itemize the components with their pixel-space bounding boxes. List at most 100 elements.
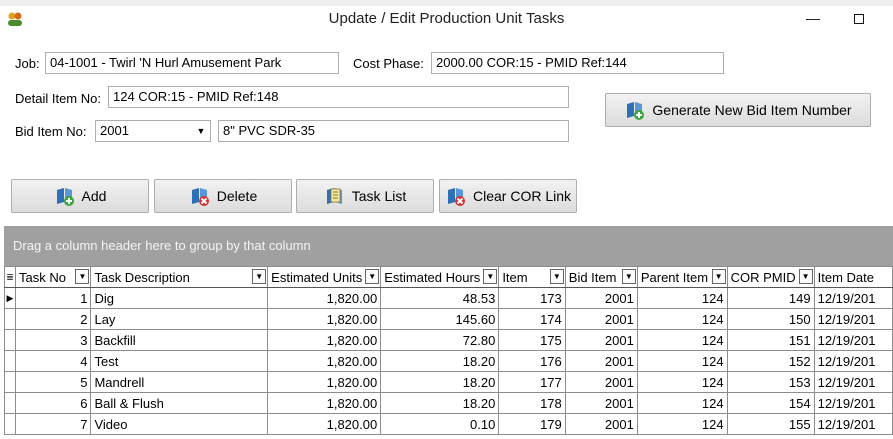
task-list-button[interactable]: Task List [296, 179, 434, 213]
job-field[interactable]: 04-1001 - Twirl 'N Hurl Amusement Park [45, 52, 339, 74]
filter-dropdown-icon[interactable]: ▼ [549, 269, 564, 284]
bid-item-cell[interactable]: 2001 [564, 329, 638, 351]
filter-dropdown-icon[interactable]: ▼ [252, 269, 267, 284]
table-row[interactable]: ▶ 1 Dig 1,820.00 48.53 173 2001 124 149 … [4, 287, 893, 309]
task-description-cell[interactable]: Video [90, 413, 269, 435]
table-row[interactable]: 4 Test 1,820.00 18.20 176 2001 124 152 1… [4, 350, 893, 372]
estimated-units-cell[interactable]: 1,820.00 [267, 287, 382, 309]
estimated-units-cell[interactable]: 1,820.00 [267, 329, 382, 351]
estimated-units-cell[interactable]: 1,820.00 [267, 371, 382, 393]
bid-item-cell[interactable]: 2001 [564, 287, 638, 309]
group-by-panel[interactable]: Drag a column header here to group by th… [4, 226, 893, 266]
cor-pmid-cell[interactable]: 151 [726, 329, 815, 351]
estimated-hours-cell[interactable]: 145.60 [380, 308, 500, 330]
task-description-cell[interactable]: Lay [90, 308, 269, 330]
task-no-cell[interactable]: 2 [15, 308, 92, 330]
delete-button[interactable]: Delete [154, 179, 292, 213]
cor-pmid-cell[interactable]: 149 [726, 287, 815, 309]
table-row[interactable]: 7 Video 1,820.00 0.10 179 2001 124 155 1… [4, 413, 893, 435]
item-date-cell[interactable]: 12/19/201 [813, 308, 893, 330]
parent-item-cell[interactable]: 124 [636, 287, 728, 309]
column-header[interactable]: Item Date [813, 266, 893, 288]
task-no-cell[interactable]: 3 [15, 329, 92, 351]
cor-pmid-cell[interactable]: 150 [726, 308, 815, 330]
item-cell[interactable]: 177 [498, 371, 566, 393]
filter-dropdown-icon[interactable]: ▼ [711, 269, 726, 284]
item-date-cell[interactable]: 12/19/201 [813, 371, 893, 393]
parent-item-cell[interactable]: 124 [636, 413, 728, 435]
estimated-hours-cell[interactable]: 18.20 [380, 350, 500, 372]
filter-dropdown-icon[interactable]: ▼ [483, 269, 498, 284]
item-date-cell[interactable]: 12/19/201 [813, 329, 893, 351]
bid-item-cell[interactable]: 2001 [564, 350, 638, 372]
estimated-units-cell[interactable]: 1,820.00 [267, 413, 382, 435]
item-cell[interactable]: 174 [498, 308, 566, 330]
detail-item-field[interactable]: 124 COR:15 - PMID Ref:148 [108, 86, 569, 108]
bid-item-cell[interactable]: 2001 [564, 371, 638, 393]
table-row[interactable]: 5 Mandrell 1,820.00 18.20 177 2001 124 1… [4, 371, 893, 393]
task-no-cell[interactable]: 6 [15, 392, 92, 414]
item-date-cell[interactable]: 12/19/201 [813, 413, 893, 435]
estimated-units-cell[interactable]: 1,820.00 [267, 392, 382, 414]
item-date-cell[interactable]: 12/19/201 [813, 392, 893, 414]
cost-phase-field[interactable]: 2000.00 COR:15 - PMID Ref:144 [431, 52, 724, 74]
parent-item-cell[interactable]: 124 [636, 329, 728, 351]
task-description-cell[interactable]: Backfill [90, 329, 269, 351]
clear-cor-link-button[interactable]: Clear COR Link [439, 179, 577, 213]
item-cell[interactable]: 175 [498, 329, 566, 351]
bid-item-cell[interactable]: 2001 [564, 392, 638, 414]
filter-dropdown-icon[interactable]: ▼ [365, 269, 380, 284]
cor-pmid-cell[interactable]: 155 [726, 413, 815, 435]
column-header[interactable]: Bid Item ▼ [564, 266, 638, 288]
task-description-cell[interactable]: Test [90, 350, 269, 372]
estimated-hours-cell[interactable]: 48.53 [380, 287, 500, 309]
cor-pmid-cell[interactable]: 154 [726, 392, 815, 414]
task-no-cell[interactable]: 5 [15, 371, 92, 393]
estimated-hours-cell[interactable]: 72.80 [380, 329, 500, 351]
add-button[interactable]: Add [11, 179, 149, 213]
parent-item-cell[interactable]: 124 [636, 371, 728, 393]
task-no-cell[interactable]: 1 [15, 287, 92, 309]
parent-item-cell[interactable]: 124 [636, 308, 728, 330]
item-date-cell[interactable]: 12/19/201 [813, 350, 893, 372]
cor-pmid-cell[interactable]: 153 [726, 371, 815, 393]
maximize-button[interactable] [836, 6, 882, 32]
column-header[interactable]: Estimated Hours ▼ [380, 266, 500, 288]
parent-item-cell[interactable]: 124 [636, 350, 728, 372]
item-cell[interactable]: 179 [498, 413, 566, 435]
bid-item-cell[interactable]: 2001 [564, 308, 638, 330]
item-cell[interactable]: 178 [498, 392, 566, 414]
item-cell[interactable]: 176 [498, 350, 566, 372]
column-header[interactable]: Parent Item ▼ [636, 266, 728, 288]
filter-dropdown-icon[interactable]: ▼ [798, 269, 813, 284]
column-header[interactable]: COR PMID ▼ [726, 266, 815, 288]
estimated-hours-cell[interactable]: 18.20 [380, 371, 500, 393]
cor-pmid-cell[interactable]: 152 [726, 350, 815, 372]
table-row[interactable]: 2 Lay 1,820.00 145.60 174 2001 124 150 1… [4, 308, 893, 330]
task-no-cell[interactable]: 4 [15, 350, 92, 372]
minimize-button[interactable]: — [790, 6, 836, 32]
generate-bid-item-button[interactable]: Generate New Bid Item Number [605, 93, 871, 127]
bid-item-cell[interactable]: 2001 [564, 413, 638, 435]
bid-item-select[interactable]: 2001 ▼ [95, 120, 211, 142]
task-description-cell[interactable]: Ball & Flush [90, 392, 269, 414]
task-no-cell[interactable]: 7 [15, 413, 92, 435]
task-description-cell[interactable]: Dig [90, 287, 269, 309]
filter-dropdown-icon[interactable]: ▼ [621, 269, 636, 284]
item-date-cell[interactable]: 12/19/201 [813, 287, 893, 309]
estimated-hours-cell[interactable]: 0.10 [380, 413, 500, 435]
parent-item-cell[interactable]: 124 [636, 392, 728, 414]
chevron-down-icon[interactable]: ▼ [193, 122, 209, 140]
column-header[interactable]: Task Description ▼ [90, 266, 269, 288]
estimated-units-cell[interactable]: 1,820.00 [267, 350, 382, 372]
column-header[interactable]: Item ▼ [498, 266, 566, 288]
bid-item-description-field[interactable]: 8" PVC SDR-35 [218, 120, 569, 142]
table-row[interactable]: 6 Ball & Flush 1,820.00 18.20 178 2001 1… [4, 392, 893, 414]
column-header[interactable]: Estimated Units ▼ [267, 266, 382, 288]
item-cell[interactable]: 173 [498, 287, 566, 309]
filter-dropdown-icon[interactable]: ▼ [75, 269, 90, 284]
estimated-units-cell[interactable]: 1,820.00 [267, 308, 382, 330]
estimated-hours-cell[interactable]: 18.20 [380, 392, 500, 414]
table-row[interactable]: 3 Backfill 1,820.00 72.80 175 2001 124 1… [4, 329, 893, 351]
column-header[interactable]: Task No ▼ [15, 266, 92, 288]
